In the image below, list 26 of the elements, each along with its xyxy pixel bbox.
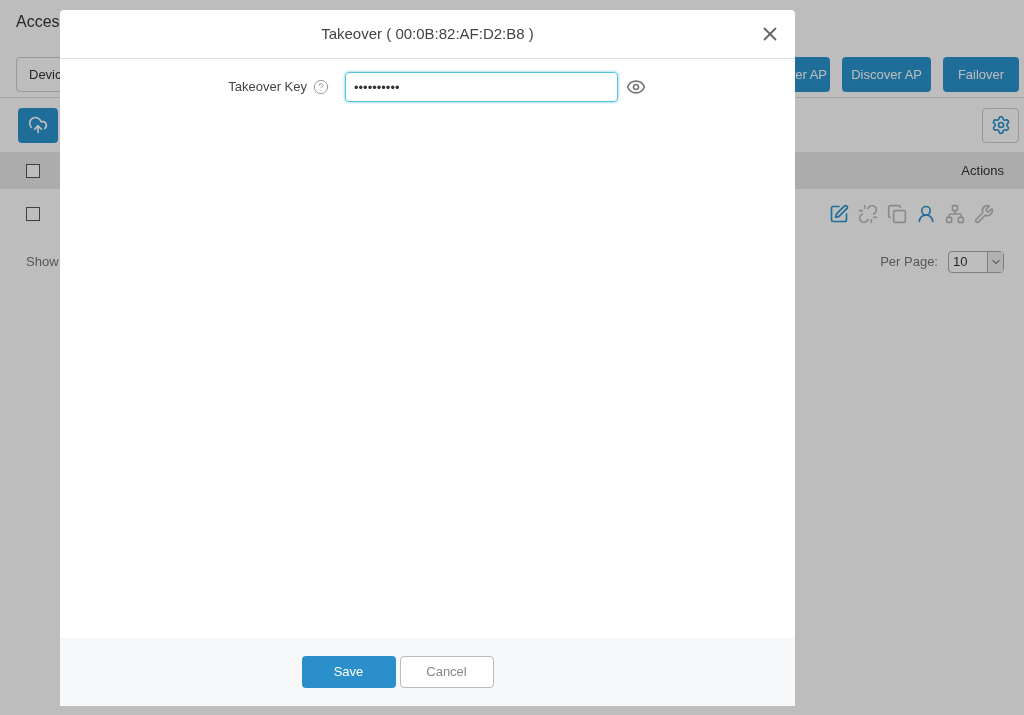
per-page-select[interactable]: 10 <box>948 251 1004 273</box>
per-page-label: Per Page: <box>880 253 938 272</box>
help-icon[interactable] <box>313 79 329 95</box>
modal-title: Takeover ( 00:0B:82:AF:D2:B8 ) <box>321 23 534 44</box>
field-label: Takeover Key <box>228 78 307 97</box>
cloud-upload-icon <box>28 115 48 135</box>
network-icon[interactable] <box>945 204 965 224</box>
cancel-button[interactable]: Cancel <box>399 656 494 688</box>
broken-link-icon[interactable] <box>858 204 878 224</box>
column-header: Actions <box>961 161 1004 180</box>
upload-button[interactable] <box>18 107 58 143</box>
toolbar-button[interactable]: Failover <box>943 57 1019 92</box>
person-icon[interactable] <box>916 204 936 224</box>
checkbox[interactable] <box>26 207 40 221</box>
showing-text: Show <box>26 253 59 272</box>
edit-icon[interactable] <box>829 204 849 224</box>
screens-icon[interactable] <box>887 204 907 224</box>
checkbox[interactable] <box>26 163 40 178</box>
settings-icon <box>990 115 1011 135</box>
takeover-key-field[interactable]: •••••••••• <box>345 72 618 102</box>
page-title: Acces <box>16 12 60 32</box>
save-button[interactable]: Save <box>301 656 396 688</box>
eye-icon <box>626 77 646 97</box>
toolbar-button[interactable]: Discover AP <box>842 57 931 92</box>
settings-button[interactable] <box>982 107 1019 143</box>
wrench-icon[interactable] <box>974 204 994 224</box>
